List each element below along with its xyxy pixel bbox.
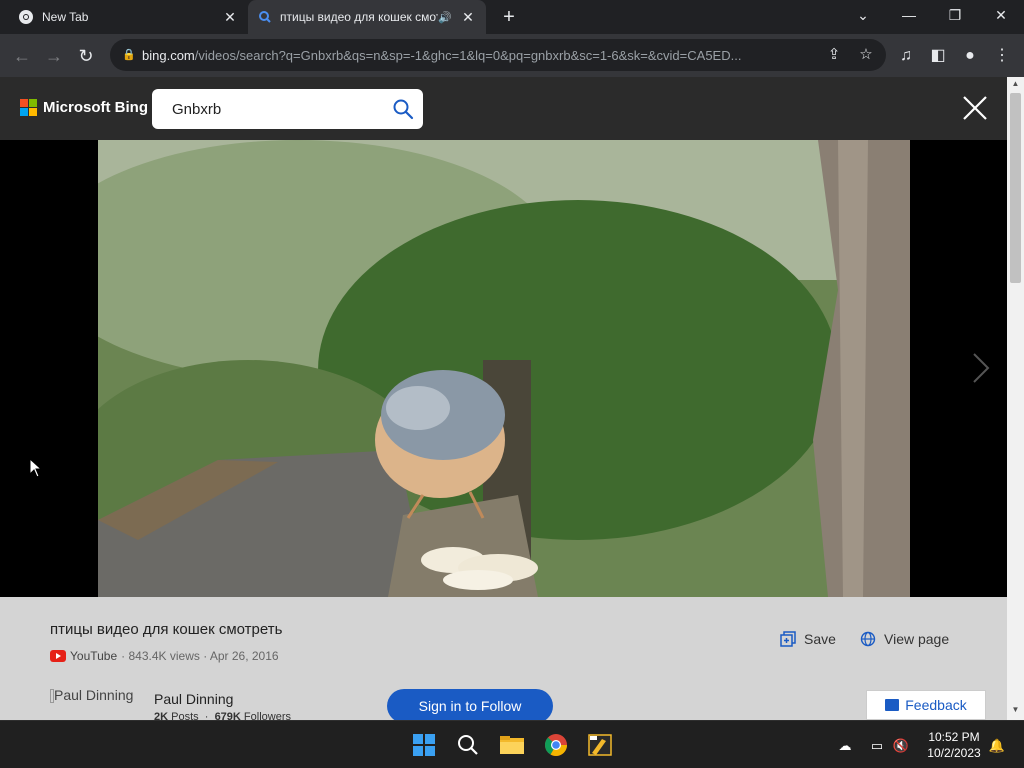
feedback-icon [885, 699, 900, 711]
page-content: Microsoft Bing Gnbxrb птицы видео для ко… [0, 77, 1007, 720]
app-taskbar-icon[interactable] [584, 729, 616, 761]
chrome-taskbar-icon[interactable] [540, 729, 572, 761]
share-icon[interactable]: ⇪ [824, 45, 844, 65]
feedback-label: Feedback [905, 697, 967, 713]
search-icon[interactable] [452, 729, 484, 761]
vertical-scrollbar[interactable]: ▲ ▼ [1007, 77, 1024, 720]
speaker-icon[interactable]: 🔊 [438, 11, 452, 24]
windows-start-icon[interactable] [408, 729, 440, 761]
close-icon[interactable] [960, 93, 990, 123]
youtube-icon [50, 650, 66, 662]
video-player[interactable] [98, 140, 910, 597]
tab-search-chevron-icon[interactable]: ⌄ [840, 0, 886, 30]
view-page-label: View page [884, 631, 950, 647]
video-info-panel: птицы видео для кошек смотреть YouTube ·… [0, 597, 1007, 720]
tab-new-tab[interactable]: New Tab ✕ [8, 0, 248, 34]
url-text[interactable]: bing.com/videos/search?q=Gnbxrb&qs=n&sp=… [142, 48, 822, 63]
scroll-up-arrow-icon[interactable]: ▲ [1011, 79, 1020, 88]
feedback-button[interactable]: Feedback [866, 690, 986, 720]
restore-button[interactable]: ❐ [932, 0, 978, 30]
address-bar[interactable]: 🔒 bing.com/videos/search?q=Gnbxrb&qs=n&s… [110, 39, 886, 71]
video-source[interactable]: YouTube [70, 649, 117, 663]
network-icon[interactable]: ▭ [868, 737, 886, 755]
menu-kebab-icon[interactable]: ⋮ [990, 44, 1014, 68]
clock-date: 10/2/2023 [927, 746, 981, 760]
tab-title: птицы видео для кошек смотреть [280, 10, 438, 24]
tab-bing-videos[interactable]: птицы видео для кошек смотреть 🔊 ✕ [248, 0, 486, 34]
file-explorer-icon[interactable] [496, 729, 528, 761]
bing-search-icon [259, 11, 271, 23]
minimize-button[interactable]: — [886, 0, 932, 30]
clock-time: 10:52 PM [928, 730, 980, 744]
view-page-button[interactable]: View page [860, 631, 949, 647]
video-stats: · 843.4K views · Apr 26, 2016 [121, 649, 279, 663]
lock-icon[interactable]: 🔒 [122, 48, 136, 62]
video-title[interactable]: птицы видео для кошек смотреть [50, 621, 282, 638]
author-avatar[interactable]: Paul Dinning [50, 687, 133, 704]
sign-in-to-follow-button[interactable]: Sign in to Follow [387, 689, 553, 720]
notification-bell-icon[interactable]: 🔔 [988, 737, 1006, 755]
bing-logo[interactable]: Microsoft Bing [20, 99, 148, 116]
mouse-pointer-icon [29, 458, 43, 478]
tab-close-icon[interactable]: ✕ [460, 9, 476, 25]
bookmark-star-icon[interactable]: ☆ [856, 45, 876, 65]
bing-brand-text: Microsoft Bing [43, 99, 148, 116]
search-input[interactable] [172, 97, 372, 121]
add-to-collection-icon [780, 631, 796, 647]
side-panel-icon[interactable]: ◧ [926, 44, 950, 68]
search-icon[interactable] [392, 98, 414, 120]
author-stats: 2K Posts · 679K Followers [154, 711, 291, 720]
scrollbar-thumb[interactable] [1010, 93, 1021, 283]
clock[interactable]: 10:52 PM 10/2/2023 [918, 729, 990, 761]
globe-icon [860, 631, 876, 647]
tab-strip: New Tab ✕ птицы видео для кошек смотреть… [0, 0, 1024, 34]
profile-icon[interactable]: ● [958, 44, 982, 68]
onedrive-icon[interactable]: ☁ [836, 737, 854, 755]
browser-toolbar: ← → ↻ 🔒 bing.com/videos/search?q=Gnbxrb&… [0, 34, 1024, 77]
save-label: Save [804, 631, 836, 647]
microsoft-logo-icon [20, 99, 37, 116]
window-close-button[interactable]: ✕ [978, 0, 1024, 30]
video-meta: YouTube · 843.4K views · Apr 26, 2016 [50, 649, 279, 663]
author-name[interactable]: Paul Dinning [154, 691, 233, 707]
video-player-area [0, 140, 1007, 597]
tab-title: New Tab [42, 10, 89, 24]
forward-arrow-icon[interactable]: → [40, 42, 68, 70]
media-control-icon[interactable]: ♫ [894, 44, 918, 68]
scroll-down-arrow-icon[interactable]: ▼ [1011, 705, 1020, 714]
video-frame-image [98, 140, 910, 597]
back-arrow-icon[interactable]: ← [8, 42, 36, 70]
windows-taskbar: ☁ ▭ 🔇 10:52 PM 10/2/2023 🔔 [0, 720, 1024, 768]
new-tab-button[interactable]: + [498, 6, 520, 28]
search-box [152, 89, 423, 129]
volume-muted-icon[interactable]: 🔇 [892, 737, 910, 755]
reload-icon[interactable]: ↻ [72, 42, 100, 70]
chrome-icon [19, 10, 33, 24]
tab-close-icon[interactable]: ✕ [222, 9, 238, 25]
save-button[interactable]: Save [780, 631, 836, 647]
bing-header: Microsoft Bing [0, 77, 1007, 140]
next-video-chevron-icon[interactable] [968, 350, 992, 386]
